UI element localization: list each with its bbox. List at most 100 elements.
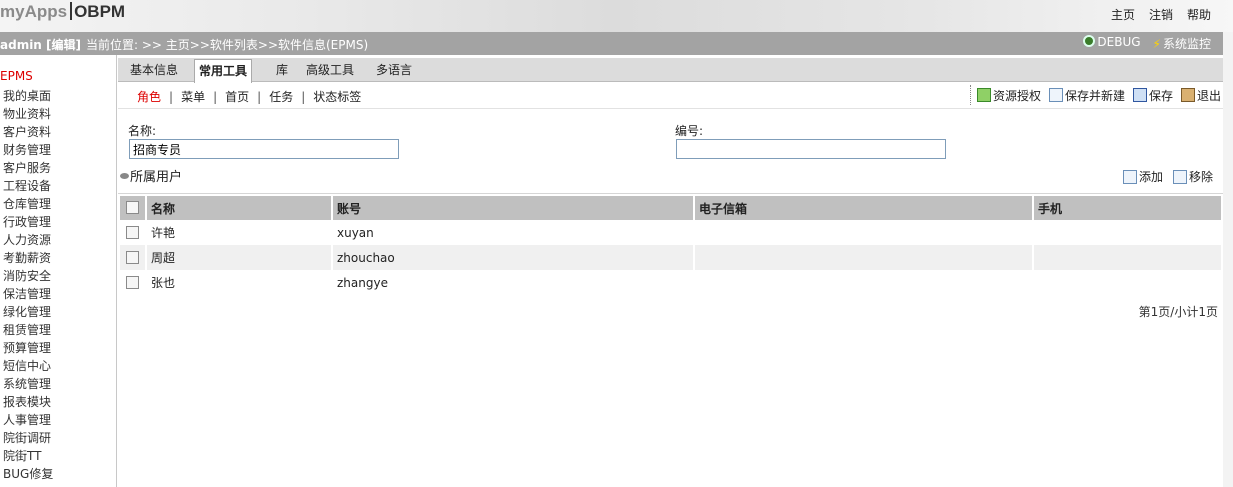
sidebar-root[interactable]: EPMS — [0, 69, 33, 83]
top-links: 主页 注销 帮助 — [1111, 6, 1211, 23]
sidebar-item[interactable]: 财务管理 — [3, 141, 53, 159]
status-bar: admin [编辑] 当前位置: >> 主页>>软件列表>>软件信息(EPMS)… — [0, 32, 1233, 55]
sidebar-item[interactable]: 客户资料 — [3, 123, 53, 141]
bug-icon — [1083, 35, 1096, 47]
document-icon — [1048, 88, 1063, 102]
subtab-homepage[interactable]: 首页 — [223, 88, 251, 105]
column-header-mobile[interactable]: 手机 — [1033, 196, 1223, 220]
save-and-new-button[interactable]: 保存并新建 — [1048, 87, 1125, 104]
subtab-status-label[interactable]: 状态标签 — [311, 88, 363, 105]
floppy-icon — [1132, 88, 1147, 102]
logo-suffix: OBPM — [74, 2, 126, 21]
logo-separator — [70, 2, 73, 20]
logo-prefix: myApps — [0, 2, 68, 21]
row-checkbox[interactable] — [126, 275, 139, 289]
status-actions: DEBUG ⚡ 系统监控 — [1083, 35, 1211, 52]
sub-toolbar: 角色 | 菜单 | 首页 | 任务 | 状态标签 资源授权 保存并新建 保存 退… — [118, 83, 1223, 109]
sidebar-item[interactable]: 人事管理 — [3, 411, 53, 429]
exit-door-icon — [1180, 88, 1195, 102]
exit-button[interactable]: 退出 — [1180, 87, 1221, 104]
add-user-button[interactable]: 添加 — [1122, 168, 1163, 185]
sidebar-item[interactable]: 院街TT — [3, 447, 53, 465]
sidebar-item[interactable]: 预算管理 — [3, 339, 53, 357]
cell-account: zhouchao — [332, 245, 695, 270]
sidebar-item[interactable]: 租赁管理 — [3, 321, 53, 339]
sidebar-item[interactable]: 保洁管理 — [3, 285, 53, 303]
add-label: 添加 — [1138, 170, 1163, 184]
help-link[interactable]: 帮助 — [1187, 6, 1211, 23]
sidebar-item[interactable]: 短信中心 — [3, 357, 53, 375]
section-divider — [118, 193, 1223, 194]
table-row[interactable]: 周超 zhouchao — [120, 245, 1223, 270]
cell-name: 周超 — [146, 245, 333, 270]
sidebar: EPMS 我的桌面 物业资料 客户资料 财务管理 客户服务 工程设备 仓库管理 … — [0, 55, 117, 487]
home-link[interactable]: 主页 — [1111, 6, 1135, 23]
code-input[interactable] — [676, 139, 946, 159]
subtab-menu[interactable]: 菜单 — [179, 88, 207, 105]
debug-label: DEBUG — [1097, 35, 1141, 49]
row-checkbox-cell — [120, 245, 147, 270]
sidebar-item[interactable]: 消防安全 — [3, 267, 53, 285]
remove-user-button[interactable]: 移除 — [1172, 168, 1213, 185]
divider: | — [301, 89, 306, 104]
table-header-row: 名称 账号 电子信箱 手机 — [120, 196, 1223, 220]
column-header-account[interactable]: 账号 — [332, 196, 695, 220]
logout-link[interactable]: 注销 — [1149, 6, 1173, 23]
sidebar-item[interactable]: 仓库管理 — [3, 195, 53, 213]
name-input[interactable] — [129, 139, 399, 159]
users-section-header[interactable]: 所属用户 — [120, 166, 182, 185]
tab-advanced-tools[interactable]: 高级工具 — [302, 61, 358, 82]
scrollbar[interactable] — [1223, 32, 1233, 487]
form-actions: 资源授权 保存并新建 保存 退出 — [969, 85, 1221, 105]
tab-library[interactable]: 库 — [272, 61, 292, 82]
sidebar-item[interactable]: 考勤薪资 — [3, 249, 53, 267]
sidebar-item[interactable]: 人力资源 — [3, 231, 53, 249]
sidebar-item[interactable]: 绿化管理 — [3, 303, 53, 321]
user-list-actions: 添加 移除 — [1122, 168, 1213, 185]
select-all-cell — [120, 196, 147, 220]
divider: | — [213, 89, 218, 104]
cell-email — [694, 245, 1034, 270]
divider: | — [257, 89, 262, 104]
table-row[interactable]: 许艳 xuyan — [120, 220, 1223, 245]
sidebar-item[interactable]: 客户服务 — [3, 159, 53, 177]
debug-button[interactable]: DEBUG — [1083, 35, 1141, 52]
current-user[interactable]: admin [编辑] — [0, 36, 81, 53]
save-button[interactable]: 保存 — [1132, 87, 1173, 104]
cell-mobile — [1033, 245, 1223, 270]
sidebar-item[interactable]: 系统管理 — [3, 375, 53, 393]
code-label: 编号: — [675, 124, 704, 138]
tab-multilanguage[interactable]: 多语言 — [372, 61, 416, 82]
resource-auth-button[interactable]: 资源授权 — [976, 87, 1041, 104]
column-header-name[interactable]: 名称 — [146, 196, 333, 220]
exit-label: 退出 — [1196, 88, 1221, 103]
pagination-info: 第1页/小计1页 — [1138, 305, 1218, 319]
table-row[interactable]: 张也 zhangye — [120, 270, 1223, 295]
breadcrumb: 当前位置: >> 主页>>软件列表>>软件信息(EPMS) — [86, 38, 369, 52]
remove-icon — [1172, 169, 1187, 184]
lightning-icon: ⚡ — [1152, 37, 1161, 51]
row-checkbox[interactable] — [126, 225, 139, 239]
row-checkbox[interactable] — [126, 250, 139, 264]
sidebar-item[interactable]: 我的桌面 — [3, 87, 53, 105]
column-header-email[interactable]: 电子信箱 — [694, 196, 1034, 220]
select-all-checkbox[interactable] — [126, 201, 139, 214]
tab-common-tools[interactable]: 常用工具 — [194, 59, 253, 83]
sidebar-item[interactable]: 工程设备 — [3, 177, 53, 195]
divider: | — [169, 89, 174, 104]
system-monitor-button[interactable]: ⚡ 系统监控 — [1153, 35, 1211, 52]
tab-basic-info[interactable]: 基本信息 — [126, 61, 182, 82]
save-label: 保存 — [1148, 88, 1173, 103]
subtab-task[interactable]: 任务 — [267, 88, 295, 105]
sidebar-item[interactable]: 行政管理 — [3, 213, 53, 231]
cell-name: 许艳 — [146, 220, 333, 245]
subtab-role[interactable]: 角色 — [135, 88, 163, 105]
sidebar-item[interactable]: 院街调研 — [3, 429, 53, 447]
cell-email — [694, 220, 1034, 245]
main-tabs: 基本信息 常用工具 库 高级工具 多语言 — [118, 58, 1223, 83]
sidebar-item[interactable]: 物业资料 — [3, 105, 53, 123]
app-logo: myApps OBPM — [0, 2, 125, 22]
sidebar-item[interactable]: 报表模块 — [3, 393, 53, 411]
row-checkbox-cell — [120, 220, 147, 245]
sidebar-item[interactable]: BUG修复 — [3, 465, 53, 483]
